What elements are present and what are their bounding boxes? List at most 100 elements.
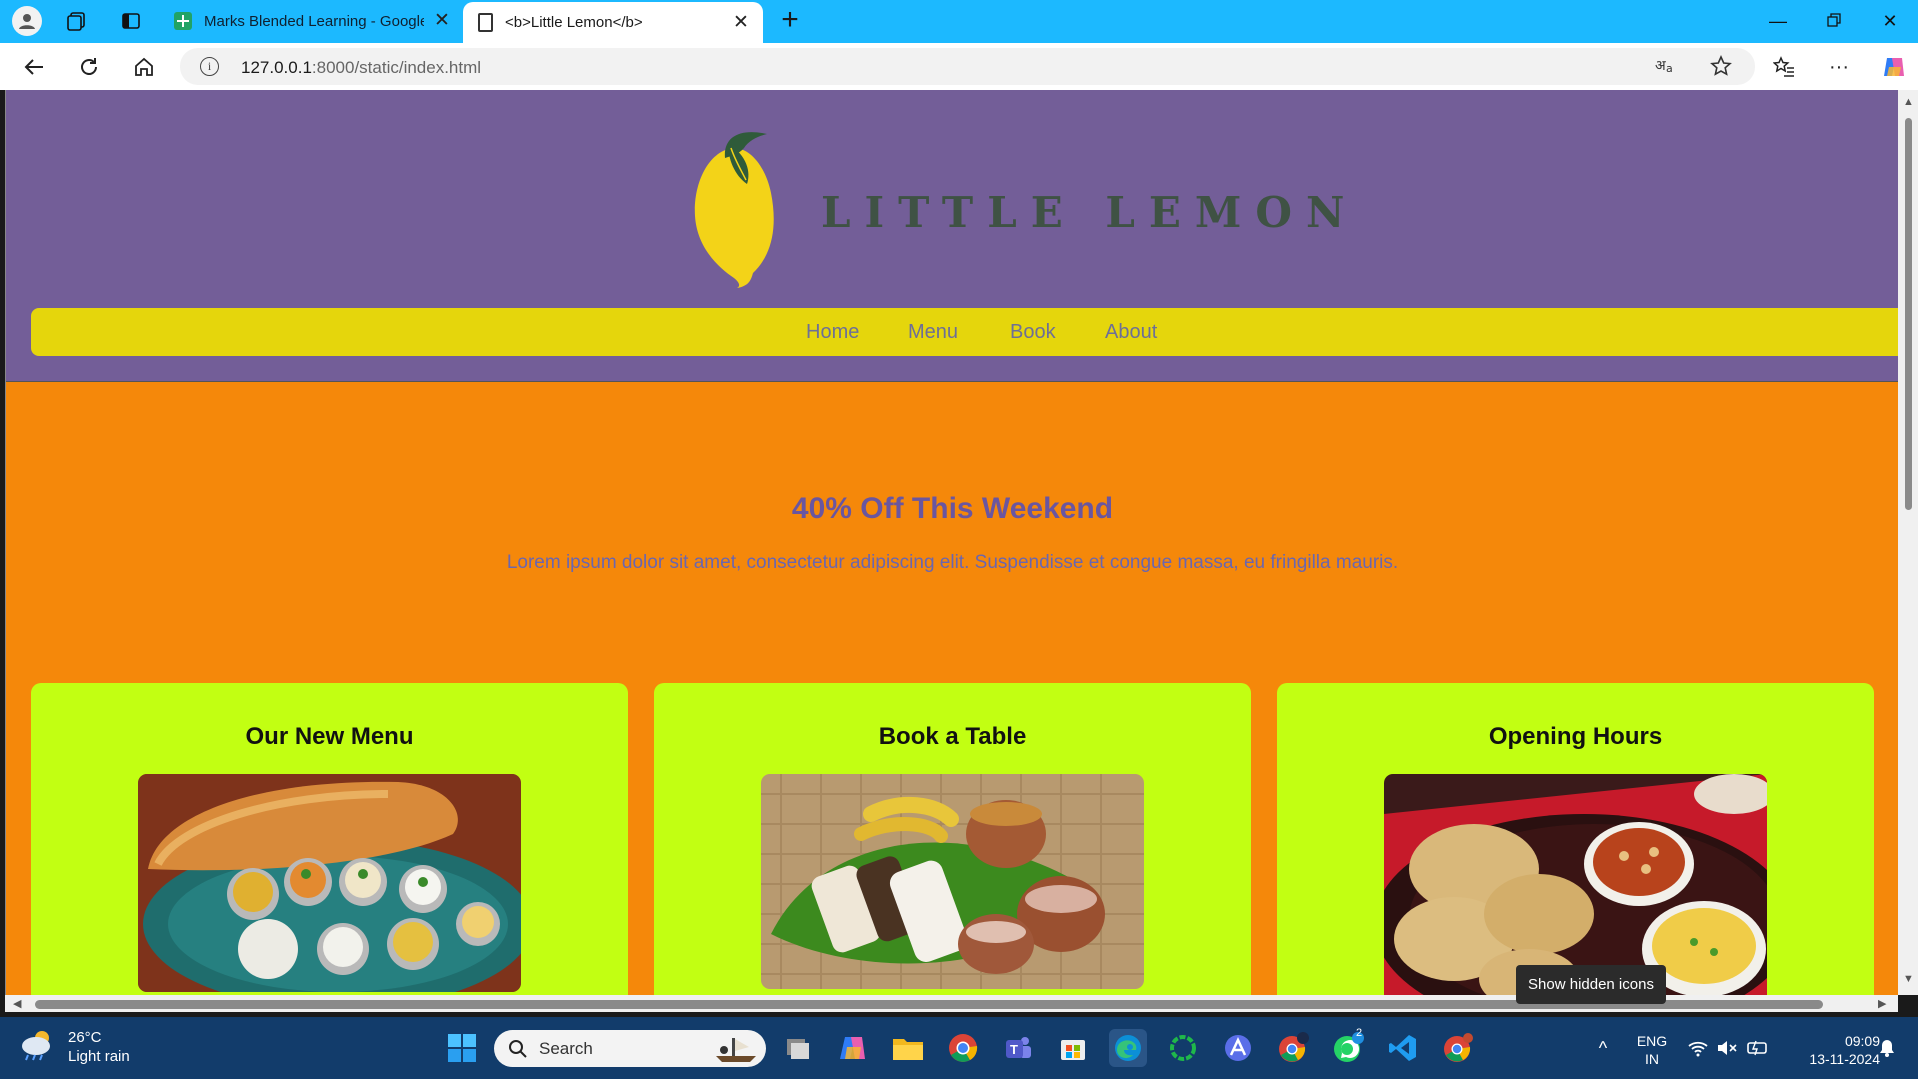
favorites-button[interactable] — [1768, 51, 1800, 83]
new-tab-button[interactable]: + — [775, 5, 805, 36]
document-icon — [478, 13, 493, 32]
site-header: LITTLE LEMON Home Menu Book About — [6, 90, 1898, 382]
bell-icon — [1880, 1040, 1894, 1057]
app-arc-button[interactable] — [1219, 1029, 1257, 1067]
windows-icon — [448, 1034, 476, 1062]
svg-text:a: a — [1666, 62, 1673, 75]
poori-masala-image — [1384, 774, 1767, 995]
chrome-button[interactable] — [944, 1029, 982, 1067]
nav-link-book[interactable]: Book — [1010, 321, 1056, 344]
chrome-alt-button[interactable] — [1439, 1029, 1477, 1067]
scroll-right-arrow-icon[interactable]: ▶ — [1878, 997, 1886, 1010]
scroll-down-arrow-icon[interactable]: ▼ — [1903, 973, 1914, 985]
close-window-button[interactable]: ✕ — [1870, 8, 1910, 34]
favorite-star-icon[interactable] — [1710, 55, 1732, 83]
svg-text:T: T — [1010, 1042, 1018, 1057]
workspaces-button[interactable] — [61, 6, 93, 36]
whatsapp-button[interactable]: 2 — [1329, 1027, 1367, 1067]
address-url[interactable]: 127.0.0.1:8000/static/index.html — [241, 58, 481, 78]
chrome-profile-icon — [1279, 1032, 1309, 1062]
start-button[interactable] — [443, 1029, 481, 1067]
restore-icon — [1827, 13, 1841, 27]
file-explorer-button[interactable] — [889, 1029, 927, 1067]
windows-taskbar: 26°C Light rain Search T 2 ^ ENG IN 09:0… — [0, 1017, 1918, 1079]
search-label: Search — [539, 1039, 593, 1058]
region-code: IN — [1645, 1051, 1659, 1067]
restore-button[interactable] — [1814, 8, 1854, 34]
address-bar[interactable]: i 127.0.0.1:8000/static/index.html अa — [180, 48, 1755, 85]
vscode-icon — [1389, 1035, 1416, 1061]
settings-more-button[interactable]: ··· — [1823, 51, 1855, 83]
home-icon — [135, 57, 153, 76]
home-button[interactable] — [128, 51, 160, 83]
brand-name: LITTLE LEMON — [821, 188, 1359, 237]
microsoft-store-button[interactable] — [1054, 1029, 1092, 1067]
notifications-button[interactable] — [1872, 1029, 1902, 1067]
card-opening-hours: Opening Hours — [1277, 683, 1874, 995]
url-path: :8000/static/index.html — [311, 58, 482, 77]
weather-temp: 26°C — [68, 1029, 102, 1046]
vertical-scrollbar[interactable]: ▲ ▼ — [1898, 90, 1918, 995]
tab-title: Marks Blended Learning - Google — [204, 13, 424, 30]
site-info-icon[interactable]: i — [200, 57, 219, 76]
wifi-volume-battery-icons — [1688, 1040, 1767, 1057]
tab-close-icon[interactable]: ✕ — [432, 11, 452, 31]
language-indicator[interactable]: ENG IN — [1632, 1032, 1672, 1068]
translate-icon[interactable]: अa — [1655, 55, 1677, 81]
system-status-button[interactable] — [1681, 1029, 1791, 1067]
weather-widget[interactable]: 26°C Light rain — [20, 1028, 130, 1066]
search-icon — [509, 1040, 527, 1058]
edge-button[interactable] — [1109, 1029, 1147, 1067]
reload-icon — [81, 58, 97, 75]
tab-actions-button[interactable] — [115, 6, 147, 36]
vertical-scroll-thumb[interactable] — [1905, 118, 1912, 510]
task-view-button[interactable] — [779, 1029, 817, 1067]
back-arrow-icon — [24, 59, 43, 75]
arc-app-icon — [1225, 1035, 1251, 1061]
profile-button[interactable] — [11, 6, 43, 36]
vscode-button[interactable] — [1384, 1029, 1422, 1067]
promo-text: Lorem ipsum dolor sit amet, consectetur … — [506, 552, 1399, 573]
copilot-taskbar-button[interactable] — [834, 1029, 872, 1067]
workspaces-icon — [67, 12, 85, 31]
url-host: 127.0.0.1 — [241, 58, 312, 77]
weather-condition: Light rain — [68, 1048, 130, 1065]
promo-title: 40% Off This Weekend — [791, 492, 1114, 525]
taskbar-search[interactable]: Search — [494, 1030, 766, 1067]
back-button[interactable] — [18, 51, 50, 83]
scroll-left-arrow-icon[interactable]: ◀ — [13, 997, 21, 1010]
store-icon — [1061, 1040, 1085, 1060]
tab-title: <b>Little Lemon</b> — [505, 14, 643, 31]
browser-toolbar: i 127.0.0.1:8000/static/index.html अa ··… — [0, 43, 1918, 90]
ring-app-icon — [1170, 1035, 1196, 1061]
google-sheets-icon — [174, 12, 192, 30]
teams-button[interactable]: T — [999, 1029, 1037, 1067]
reload-button[interactable] — [73, 51, 105, 83]
card-title: Book a Table — [878, 723, 1027, 750]
chrome-alt-icon — [1444, 1033, 1473, 1062]
card-book-table: Book a Table — [654, 683, 1251, 995]
tab-actions-icon — [122, 13, 140, 29]
copilot-icon — [840, 1037, 865, 1059]
show-hidden-icons-tooltip: Show hidden icons — [1516, 965, 1666, 1004]
show-hidden-icons-button[interactable]: ^ — [1584, 1029, 1622, 1067]
tab-close-icon[interactable]: ✕ — [731, 13, 751, 33]
tab-little-lemon[interactable]: <b>Little Lemon</b> ✕ — [463, 2, 763, 43]
nav-link-about[interactable]: About — [1105, 321, 1157, 344]
dosa-thali-image — [138, 774, 521, 992]
app-green-ring-button[interactable] — [1164, 1029, 1202, 1067]
chrome-profile-button[interactable] — [1274, 1029, 1312, 1067]
copilot-button[interactable] — [1878, 51, 1910, 83]
clock[interactable]: 09:09 13-11-2024 — [1780, 1032, 1880, 1068]
minimize-button[interactable]: — — [1758, 8, 1798, 34]
search-highlight-icon — [716, 1038, 756, 1062]
clock-date: 13-11-2024 — [1809, 1051, 1880, 1067]
edge-icon — [1115, 1035, 1141, 1061]
puttu-meal-image — [761, 774, 1144, 989]
tab-marks-blended-learning[interactable]: Marks Blended Learning - Google ✕ — [164, 0, 464, 43]
nav-link-menu[interactable]: Menu — [908, 321, 958, 344]
scroll-up-arrow-icon[interactable]: ▲ — [1903, 96, 1914, 108]
nav-link-home[interactable]: Home — [806, 321, 859, 344]
task-view-icon — [787, 1039, 809, 1059]
teams-icon: T — [1006, 1037, 1031, 1058]
